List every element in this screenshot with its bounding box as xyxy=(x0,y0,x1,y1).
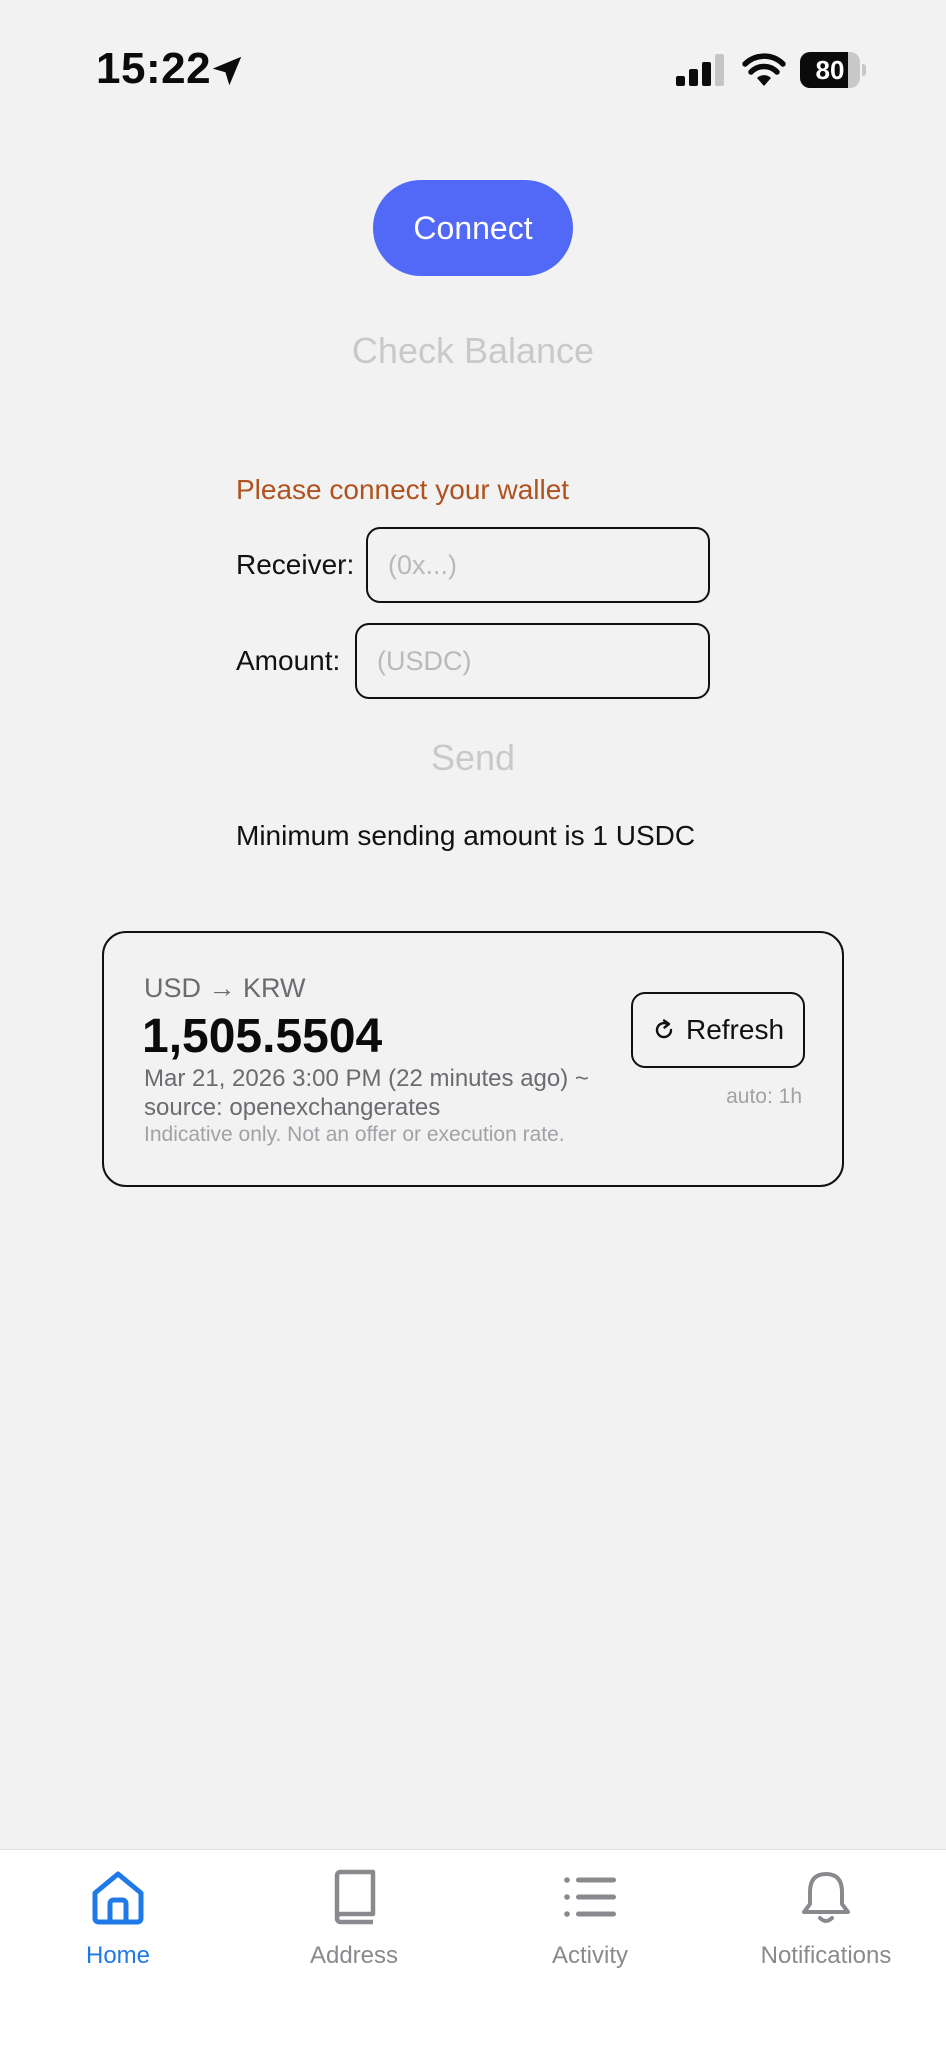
connect-button[interactable]: Connect xyxy=(373,180,573,276)
bell-icon xyxy=(802,1872,850,1923)
wifi-icon xyxy=(742,53,786,86)
status-time: 15:22 xyxy=(96,44,212,93)
tab-notifications-label: Notifications xyxy=(760,1942,892,1969)
refresh-button[interactable]: Refresh xyxy=(631,992,805,1068)
receiver-label: Receiver: xyxy=(236,549,355,580)
battery-level: 80 xyxy=(815,55,845,85)
currency-pair: USD → KRW xyxy=(144,973,306,1003)
refresh-icon xyxy=(655,1019,673,1039)
minimum-amount-note: Minimum sending amount is 1 USDC xyxy=(236,820,696,851)
rate-disclaimer: Indicative only. Not an offer or executi… xyxy=(144,1123,565,1146)
book-icon xyxy=(334,1869,376,1925)
tab-address[interactable]: Address xyxy=(236,1850,472,1980)
send-button[interactable]: Send xyxy=(0,737,946,779)
receiver-input[interactable] xyxy=(366,527,710,603)
cellular-signal-icon xyxy=(676,54,724,86)
home-icon xyxy=(92,1871,144,1925)
refresh-label: Refresh xyxy=(685,1014,785,1045)
tab-activity[interactable]: Activity xyxy=(472,1850,708,1980)
amount-input[interactable] xyxy=(355,623,710,699)
exchange-rate-value: 1,505.5504 xyxy=(142,1010,383,1063)
tab-address-label: Address xyxy=(309,1942,399,1969)
wallet-warning: Please connect your wallet xyxy=(236,474,570,505)
auto-refresh-interval: auto: 1h xyxy=(726,1085,802,1108)
tab-activity-label: Activity xyxy=(551,1942,628,1969)
amount-label: Amount: xyxy=(236,645,341,676)
exchange-rate-card: USD → KRW 1,505.5504 Mar 21, 2026 3:00 P… xyxy=(102,931,844,1187)
status-bar: 15:22 80 xyxy=(0,0,946,140)
tab-home[interactable]: Home xyxy=(0,1850,236,1980)
list-icon xyxy=(564,1877,616,1917)
battery-icon: 80 xyxy=(800,52,866,88)
rate-source: source: openexchangerates xyxy=(144,1094,441,1121)
location-arrow-icon xyxy=(212,56,242,86)
tab-home-label: Home xyxy=(85,1942,151,1969)
tab-bar: Home Address Activity Notifications xyxy=(0,1849,946,2049)
rate-timestamp: Mar 21, 2026 3:00 PM (22 minutes ago) ~ xyxy=(144,1065,589,1092)
check-balance-button[interactable]: Check Balance xyxy=(0,330,946,372)
tab-notifications[interactable]: Notifications xyxy=(708,1850,944,1980)
